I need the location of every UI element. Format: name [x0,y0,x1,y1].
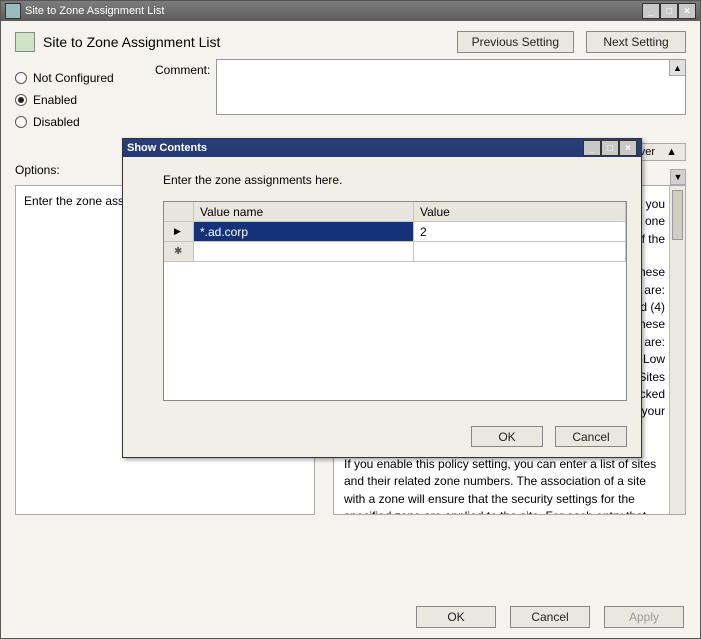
minimize-button[interactable]: _ [642,3,660,19]
grid-row-header [164,222,194,241]
grid-cell-value-new[interactable] [414,242,626,261]
dialog-close-button[interactable]: × [619,140,637,156]
scrollbar-thumb[interactable] [672,190,683,240]
radio-label: Enabled [33,93,77,107]
nav-buttons: Previous Setting Next Setting [457,31,686,53]
policy-title: Site to Zone Assignment List [43,34,220,50]
grid-new-row[interactable] [164,242,626,262]
radio-icon [15,72,27,84]
show-contents-dialog: Show Contents _ □ × Enter the zone assig… [122,138,642,458]
dialog-maximize-button[interactable]: □ [601,140,619,156]
titlebar[interactable]: Site to Zone Assignment List _ □ × [1,1,700,21]
ok-button[interactable]: OK [416,606,496,628]
comment-textarea[interactable]: ▲ [216,59,686,115]
grid-cell-value[interactable]: 2 [414,222,626,241]
dialog-minimize-button[interactable]: _ [583,140,601,156]
radio-not-configured[interactable]: Not Configured [15,71,155,85]
grid-row-0[interactable]: *.ad.corp 2 [164,222,626,242]
close-button[interactable]: × [678,3,696,19]
radio-icon [15,94,27,106]
radio-disabled[interactable]: Disabled [15,115,155,129]
cancel-button[interactable]: Cancel [510,606,590,628]
dialog-title: Show Contents [127,142,583,154]
radio-enabled[interactable]: Enabled [15,93,155,107]
grid-col-value-name[interactable]: Value name [194,202,414,221]
scroll-down-icon[interactable]: ▼ [670,169,686,185]
radio-label: Disabled [33,115,80,129]
window-buttons: _ □ × [642,3,696,19]
grid-row-header [164,242,194,261]
footer-buttons: OK Cancel Apply [416,606,684,628]
dialog-titlebar[interactable]: Show Contents _ □ × [123,139,641,157]
grid-row-header [164,202,194,221]
dialog-footer: OK Cancel [471,426,627,447]
window-title: Site to Zone Assignment List [25,5,642,17]
dialog-window-buttons: _ □ × [583,140,637,156]
previous-setting-button[interactable]: Previous Setting [457,31,574,53]
comment-label: Comment: [155,63,210,137]
help-scrollbar[interactable] [669,186,685,514]
grid-col-value[interactable]: Value [414,202,626,221]
scroll-up-icon[interactable]: ▲ [669,60,685,76]
radio-label: Not Configured [33,71,114,85]
grid-cell-value-name-new[interactable] [194,242,414,261]
maximize-button[interactable]: □ [660,3,678,19]
apply-button[interactable]: Apply [604,606,684,628]
dialog-instruction: Enter the zone assignments here. [163,173,627,187]
scroll-up-icon[interactable]: ▲ [666,146,677,158]
config-row: Not Configured Enabled Disabled Comment:… [1,59,700,137]
window-icon [5,3,21,19]
grid-header-row: Value name Value [164,202,626,222]
options-panel-text: Enter the zone assig [24,194,133,208]
radio-icon [15,116,27,128]
dialog-ok-button[interactable]: OK [471,426,543,447]
policy-icon [15,32,35,52]
comment-block: Comment: ▲ [155,59,686,137]
dialog-client: Enter the zone assignments here. Value n… [123,157,641,457]
help-paragraph: If you enable this policy setting, you c… [344,456,665,515]
next-setting-button[interactable]: Next Setting [586,31,686,53]
state-radios: Not Configured Enabled Disabled [15,59,155,137]
dialog-cancel-button[interactable]: Cancel [555,426,627,447]
zone-grid[interactable]: Value name Value *.ad.corp 2 [163,201,627,401]
header-row: Site to Zone Assignment List Previous Se… [1,21,700,59]
grid-cell-value-name[interactable]: *.ad.corp [194,222,414,241]
